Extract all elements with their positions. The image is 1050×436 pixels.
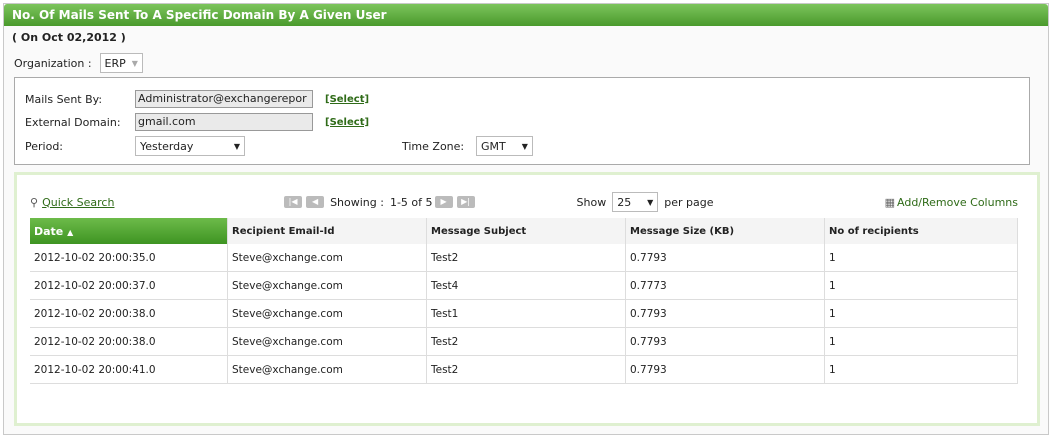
column-header-recipients-count[interactable]: No of recipients — [824, 218, 1018, 244]
chevron-down-icon: ▼ — [233, 141, 240, 151]
search-icon: ⚲ — [30, 195, 39, 209]
size-cell: 0.7793 — [625, 327, 825, 356]
subject-cell: Test2 — [426, 327, 626, 356]
chevron-down-icon: ▼ — [521, 141, 528, 151]
column-header-subject[interactable]: Message Subject — [426, 218, 626, 244]
sort-asc-icon: ▲ — [67, 227, 74, 237]
table-row[interactable]: 2012-10-02 20:00:35.0 Steve@xchange.com Te… — [30, 244, 1018, 272]
size-cell: 0.7793 — [625, 299, 825, 328]
showing-label: Showing : — [330, 195, 384, 209]
select-domain-link[interactable]: [Select] — [325, 117, 369, 128]
table-row[interactable]: 2012-10-02 20:00:37.0 Steve@xchange.com Te… — [30, 271, 1018, 300]
organization-value: ERP — [104, 56, 126, 70]
date-cell: 2012-10-02 20:00:38.0 — [30, 327, 228, 356]
external-domain-input[interactable]: gmail.com — [135, 113, 313, 131]
period-label: Period: — [25, 139, 64, 153]
per-page-label: per page — [664, 195, 714, 209]
recipients-count-cell: 1 — [824, 271, 1018, 300]
recipients-count-cell: 1 — [824, 299, 1018, 328]
mails-sent-by-label: Mails Sent By: — [25, 92, 103, 106]
prev-page-icon[interactable]: ◀ — [306, 196, 325, 208]
column-header-recipient[interactable]: Recipient Email-Id — [227, 218, 427, 244]
recipient-cell: Steve@xchange.com — [227, 327, 427, 356]
table-row[interactable]: 2012-10-02 20:00:38.0 Steve@xchange.com Te… — [30, 299, 1018, 328]
subject-cell: Test2 — [426, 355, 626, 384]
recipients-count-cell: 1 — [824, 355, 1018, 384]
mails-table: Date ▲ Recipient Email-Id Message Subjec… — [30, 218, 1018, 384]
filter-box: Mails Sent By: Administrator@exchangerepo… — [14, 77, 1030, 165]
organization-select[interactable]: ERP ▼ — [99, 53, 143, 73]
date-cell: 2012-10-02 20:00:38.0 — [30, 299, 228, 328]
select-user-link[interactable]: [Select] — [325, 94, 369, 105]
size-cell: 0.7793 — [625, 355, 825, 384]
timezone-value: GMT — [481, 139, 506, 153]
organization-label: Organization : — [14, 56, 92, 70]
report-title: No. Of Mails Sent To A Specific Domain B… — [4, 4, 1048, 26]
grid-container: ⚲ Quick Search |◀ ◀ Showing : 1-5 of 5 ▶ ▶|… — [14, 172, 1040, 426]
quick-search-link[interactable]: Quick Search — [42, 196, 282, 209]
show-label: Show — [576, 195, 607, 209]
size-cell: 0.7793 — [625, 244, 825, 272]
recipients-count-cell: 1 — [824, 327, 1018, 356]
organization-row: Organization : ERP ▼ — [14, 53, 143, 73]
table-row[interactable]: 2012-10-02 20:00:41.0 Steve@xchange.com Te… — [30, 355, 1018, 384]
next-page-icon[interactable]: ▶ — [434, 196, 453, 208]
per-page-value: 25 — [617, 195, 632, 209]
date-cell: 2012-10-02 20:00:35.0 — [30, 244, 228, 272]
column-label: Date — [34, 224, 64, 238]
timezone-label: Time Zone: — [402, 139, 465, 153]
table-row[interactable]: 2012-10-02 20:00:38.0 Steve@xchange.com Te… — [30, 327, 1018, 356]
mails-sent-by-input[interactable]: Administrator@exchangerepor — [135, 90, 313, 108]
column-header-date[interactable]: Date ▲ — [30, 218, 228, 244]
timezone-select[interactable]: GMT ▼ — [476, 136, 533, 156]
per-page-select[interactable]: 25 ▼ — [612, 192, 659, 212]
column-header-size[interactable]: Message Size (KB) — [625, 218, 825, 244]
showing-value: 1-5 of 5 — [389, 195, 433, 209]
grid-toolbar: ⚲ Quick Search |◀ ◀ Showing : 1-5 of 5 ▶ ▶|… — [30, 189, 1018, 215]
chevron-down-icon: ▼ — [131, 58, 138, 68]
recipient-cell: Steve@xchange.com — [227, 355, 427, 384]
report-date: ( On Oct 02,2012 ) — [12, 31, 126, 44]
period-select[interactable]: Yesterday ▼ — [135, 136, 245, 156]
date-cell: 2012-10-02 20:00:41.0 — [30, 355, 228, 384]
columns-edit-icon[interactable]: ▦ — [885, 196, 895, 209]
recipients-count-cell: 1 — [824, 244, 1018, 272]
subject-cell: Test1 — [426, 299, 626, 328]
date-cell: 2012-10-02 20:00:37.0 — [30, 271, 228, 300]
add-remove-columns-link[interactable]: Add/Remove Columns — [897, 196, 1018, 209]
chevron-down-icon: ▼ — [647, 197, 654, 207]
first-page-icon[interactable]: |◀ — [284, 196, 303, 208]
period-value: Yesterday — [140, 139, 194, 153]
subject-cell: Test2 — [426, 244, 626, 272]
recipient-cell: Steve@xchange.com — [227, 299, 427, 328]
size-cell: 0.7773 — [625, 271, 825, 300]
recipient-cell: Steve@xchange.com — [227, 244, 427, 272]
recipient-cell: Steve@xchange.com — [227, 271, 427, 300]
external-domain-label: External Domain: — [25, 115, 121, 129]
subject-cell: Test4 — [426, 271, 626, 300]
last-page-icon[interactable]: ▶| — [456, 196, 475, 208]
